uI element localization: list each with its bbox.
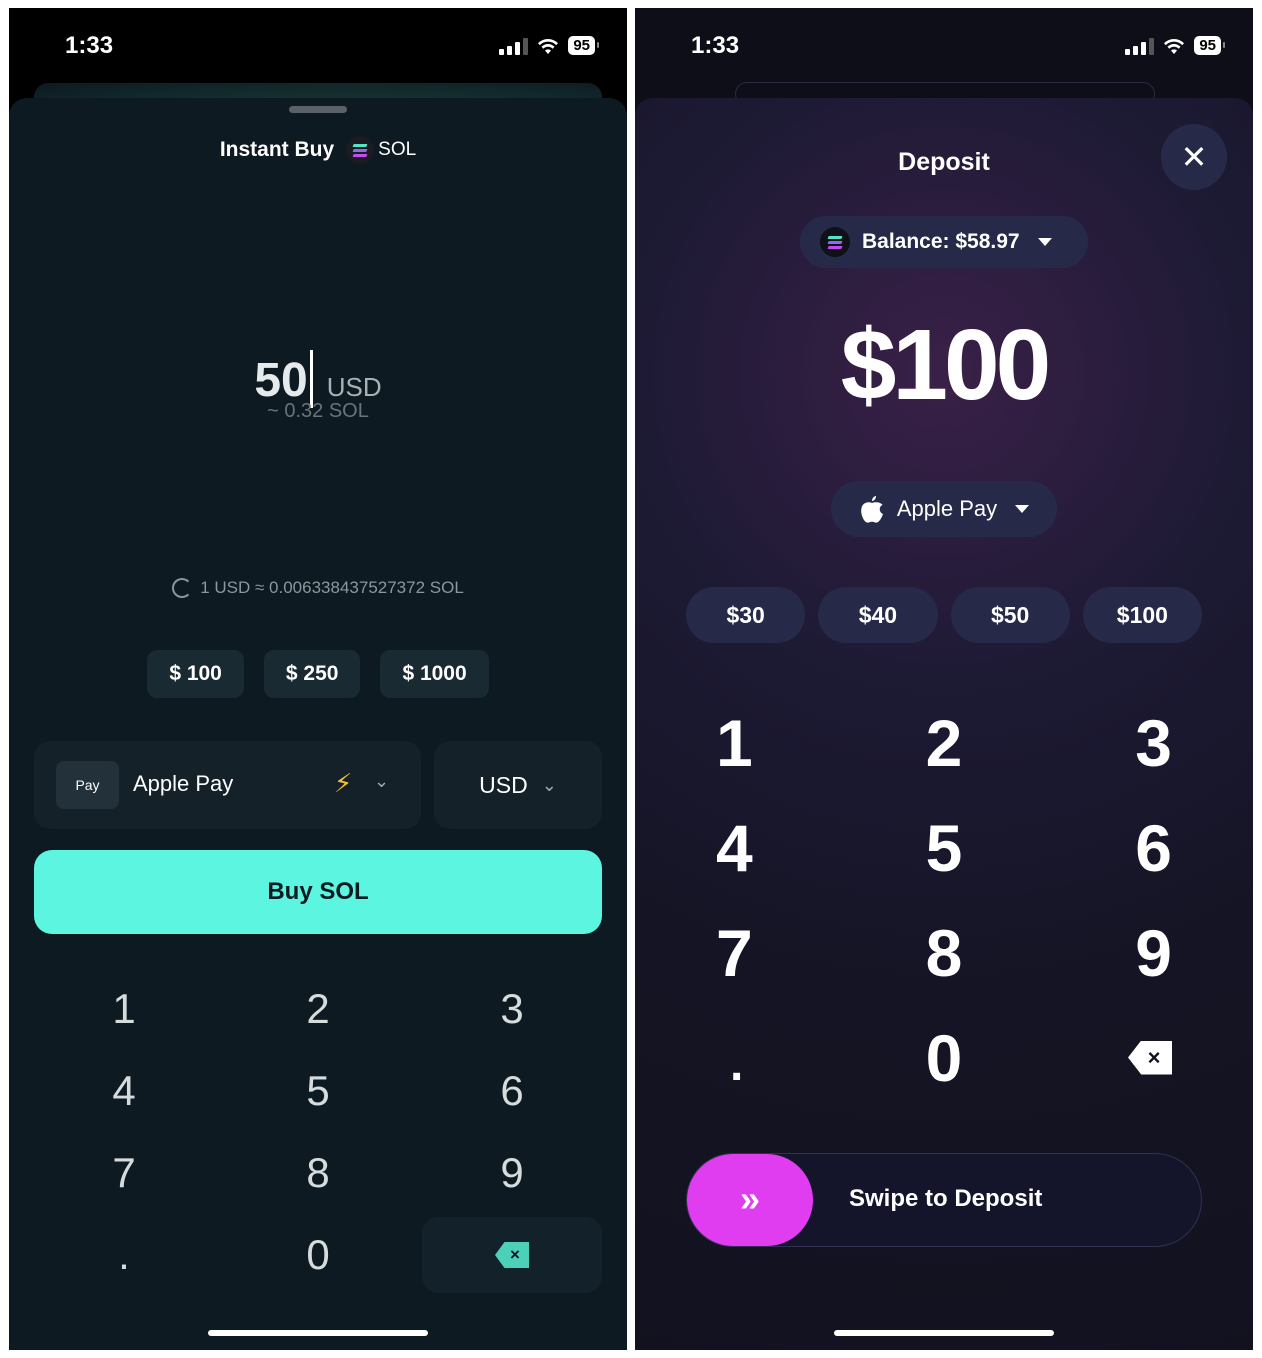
payment-method-name: Apple Pay [133, 771, 234, 796]
key-decimal[interactable]: . [635, 1005, 841, 1110]
double-chevron-right-icon: » [739, 1178, 761, 1219]
home-indicator[interactable] [834, 1330, 1054, 1336]
solana-icon [346, 136, 375, 164]
amount-display[interactable]: 50 USD [9, 338, 627, 408]
status-icons: 95 [1125, 36, 1225, 55]
deposit-sheet: Deposit ✕ Balance: $58.97 $100 Apple Pay… [635, 98, 1253, 1350]
status-icons: 95 [499, 36, 599, 55]
battery-indicator: 95 [1194, 36, 1225, 55]
key-4[interactable]: 4 [34, 1050, 214, 1132]
payment-method-name: Apple Pay [896, 496, 998, 521]
payment-method-select[interactable]: Pay Apple Pay ⚡ ⌄ [34, 741, 421, 829]
currency-value: USD [479, 771, 528, 798]
buy-sol-button[interactable]: Buy SOL [34, 850, 602, 934]
key-0[interactable]: 0 [841, 1005, 1047, 1110]
solana-icon [820, 227, 850, 257]
backspace-icon: × [1128, 1040, 1172, 1075]
key-3[interactable]: 3 [1047, 690, 1253, 795]
preset-amounts: $30 $40 $50 $100 [686, 587, 1202, 643]
exchange-rate: 1 USD ≈ 0.006338437527372 SOL [9, 578, 627, 598]
status-bar: 1:33 95 [635, 8, 1253, 88]
swipe-label: Swipe to Deposit [849, 1185, 1043, 1212]
key-2[interactable]: 2 [228, 968, 408, 1050]
token-symbol: SOL [378, 139, 417, 160]
sheet-handle[interactable] [289, 106, 347, 113]
payment-row: Pay Apple Pay ⚡ ⌄ USD ⌄ [34, 741, 602, 829]
key-7[interactable]: 7 [635, 900, 841, 1005]
key-7[interactable]: 7 [34, 1132, 214, 1214]
instant-buy-title: Instant Buy [219, 138, 335, 161]
sol-estimate: ~ 0.32 SOL [267, 400, 369, 422]
apple-icon [861, 496, 883, 523]
buy-sheet: Instant Buy SOL 50 USD ~ 0.32 SOL 1 USD … [9, 98, 627, 1350]
home-indicator[interactable] [208, 1330, 428, 1336]
chevron-down-icon: ⌄ [374, 771, 390, 791]
close-button[interactable]: ✕ [1161, 124, 1227, 190]
numeric-keypad: 1 2 3 4 5 6 7 8 9 . 0 × [635, 690, 1253, 1110]
token-chip: SOL [346, 136, 416, 164]
key-5[interactable]: 5 [841, 795, 1047, 900]
wifi-icon [538, 38, 559, 54]
status-time: 1:33 [65, 32, 114, 59]
backspace-button[interactable]: × [422, 1217, 602, 1293]
caret-down-icon [1015, 505, 1030, 513]
instant-buy-screen: 1:33 95 Instant Buy SOL 50 USD ~ 0.32 SO… [9, 8, 627, 1350]
preset-30-button[interactable]: $30 [686, 587, 806, 643]
swipe-to-deposit-slider[interactable]: » Swipe to Deposit [686, 1153, 1202, 1247]
exchange-rate-text: 1 USD ≈ 0.006338437527372 SOL [200, 578, 464, 597]
key-8[interactable]: 8 [228, 1132, 408, 1214]
lightning-icon: ⚡ [334, 768, 353, 798]
key-6[interactable]: 6 [1047, 795, 1253, 900]
signal-icon [499, 37, 529, 55]
key-1[interactable]: 1 [34, 968, 214, 1050]
caret-down-icon [1037, 238, 1052, 246]
key-1[interactable]: 1 [635, 690, 841, 795]
key-3[interactable]: 3 [422, 968, 602, 1050]
sheet-title: Instant Buy SOL [9, 136, 627, 164]
preset-250-button[interactable]: $ 250 [263, 650, 361, 698]
key-9[interactable]: 9 [1047, 900, 1253, 1005]
balance-selector[interactable]: Balance: $58.97 [800, 216, 1088, 268]
swipe-handle[interactable]: » [687, 1154, 813, 1246]
preset-100-button[interactable]: $100 [1082, 587, 1202, 643]
close-icon: ✕ [1180, 139, 1208, 175]
balance-text: Balance: $58.97 [862, 230, 1020, 253]
payment-method-select[interactable]: Apple Pay [831, 481, 1057, 537]
deposit-amount: $100 [840, 309, 1051, 421]
key-2[interactable]: 2 [841, 690, 1047, 795]
apple-pay-badge: Pay [56, 761, 119, 809]
key-6[interactable]: 6 [422, 1050, 602, 1132]
preset-1000-button[interactable]: $ 1000 [380, 650, 489, 698]
key-4[interactable]: 4 [635, 795, 841, 900]
status-bar: 1:33 95 [9, 8, 627, 88]
numeric-keypad: 1 2 3 4 5 6 7 8 9 . 0 × [34, 968, 602, 1296]
key-8[interactable]: 8 [841, 900, 1047, 1005]
key-5[interactable]: 5 [228, 1050, 408, 1132]
chevron-down-icon: ⌄ [541, 774, 557, 795]
wifi-icon [1164, 38, 1185, 54]
amount-unit: USD [326, 372, 382, 402]
deposit-screen: 1:33 95 Deposit ✕ Balance: $58.97 $100 A… [635, 8, 1253, 1350]
backspace-button[interactable]: × [1047, 1005, 1253, 1110]
preset-40-button[interactable]: $40 [818, 587, 938, 643]
loading-spinner-icon [172, 578, 193, 598]
preset-amounts: $ 100 $ 250 $ 1000 [9, 650, 627, 698]
signal-icon [1125, 37, 1155, 55]
backspace-icon: × [495, 1242, 529, 1268]
status-time: 1:33 [691, 32, 740, 59]
currency-select[interactable]: USD ⌄ [434, 741, 602, 829]
key-0[interactable]: 0 [228, 1214, 408, 1296]
preset-100-button[interactable]: $ 100 [147, 650, 244, 698]
battery-indicator: 95 [568, 36, 599, 55]
key-9[interactable]: 9 [422, 1132, 602, 1214]
preset-50-button[interactable]: $50 [950, 587, 1070, 643]
key-decimal[interactable]: . [34, 1214, 214, 1296]
